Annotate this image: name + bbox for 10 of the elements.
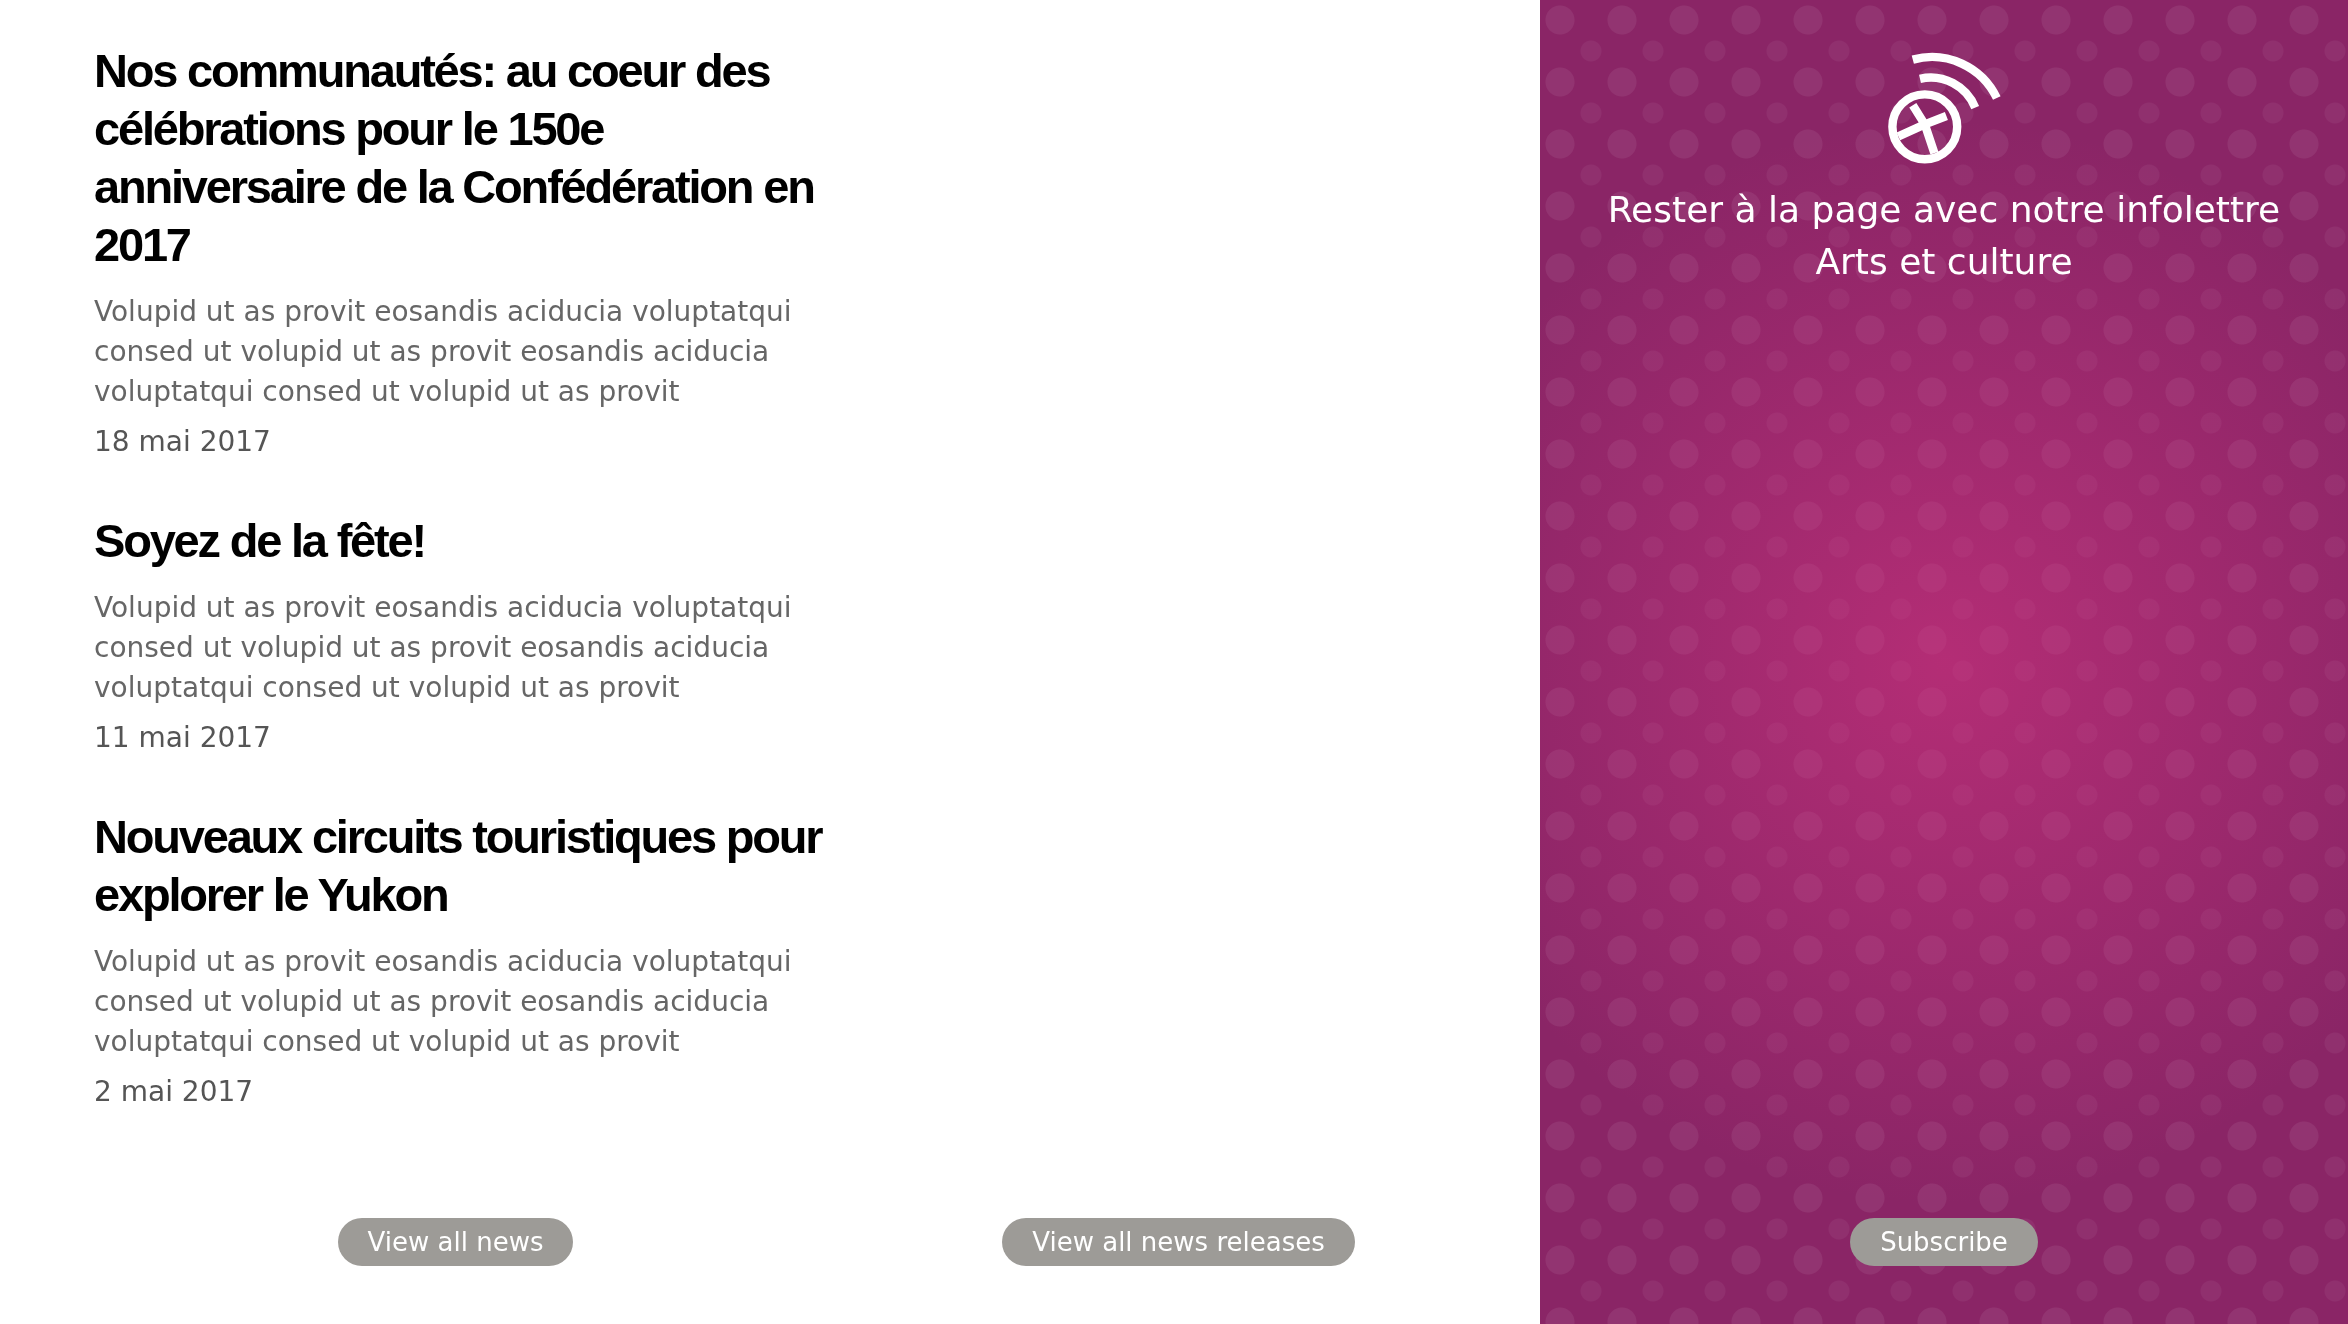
article-title[interactable]: Soyez de la fête! xyxy=(94,512,854,570)
article-summary: Volupid ut as provit eosandis aciducia voluptatqui consed ut volupid ut as provit eosandis aciducia voluptatqui consed ut volupid ut as provit xyxy=(94,294,793,410)
article-date: 18 mai 2017 xyxy=(94,424,272,460)
article-date: 2 mai 2017 xyxy=(94,1074,255,1110)
article-summary: Volupid ut as provit eosandis aciducia voluptatqui consed ut volupid ut as provit eosandis aciducia voluptatqui consed ut volupid ut as provit xyxy=(94,590,793,706)
article-title[interactable]: Nos communautés: au coeur des célébrations pour le 150e anniversaire de la Confédération en 2017 xyxy=(94,42,854,274)
article-date: 11 mai 2017 xyxy=(94,720,272,756)
article-summary: Volupid ut as provit eosandis aciducia voluptatqui consed ut volupid ut as provit eosandis aciducia voluptatqui consed ut volupid ut as provit xyxy=(94,944,793,1060)
newsletter-text: Rester à la page avec notre infolettre Arts et culture xyxy=(1606,188,2282,284)
article-title[interactable]: Nouveaux circuits touristiques pour explorer le Yukon xyxy=(94,808,854,924)
